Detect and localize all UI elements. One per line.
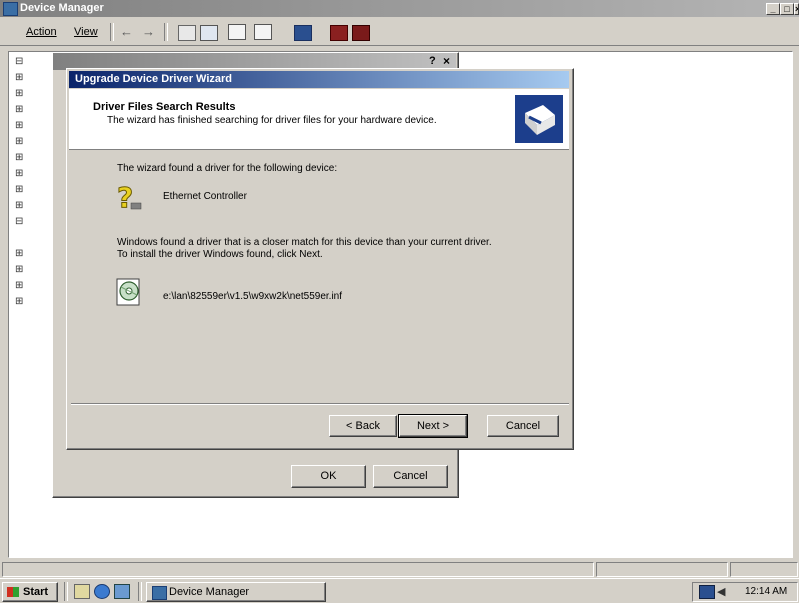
hardware-wizard-icon — [515, 95, 563, 143]
forward-arrow-icon[interactable]: → — [142, 24, 155, 39]
wizard-header-subtitle: The wizard has finished searching for dr… — [107, 115, 437, 126]
status-bar — [0, 560, 799, 578]
properties-help-button[interactable]: ? — [429, 55, 436, 67]
disable-device-icon[interactable] — [352, 25, 370, 41]
tree-node[interactable]: ⊞ — [15, 248, 23, 260]
list-view-icon[interactable] — [200, 25, 218, 41]
close-button[interactable]: × — [794, 3, 799, 15]
tree-node[interactable]: ⊞ — [15, 184, 23, 196]
toolbar-separator — [110, 23, 114, 41]
clock[interactable]: 12:14 AM — [745, 586, 787, 597]
properties-close-button[interactable]: × — [443, 54, 450, 68]
minimize-button[interactable]: _ — [766, 3, 780, 15]
windows-logo-icon — [7, 587, 19, 597]
driver-path: e:\lan\82559er\v1.5\w9xw2k\net559er.inf — [163, 291, 343, 302]
wizard-button-separator — [71, 403, 569, 405]
closer-match-line-1: Windows found a driver that is a closer … — [117, 237, 492, 248]
uninstall-icon[interactable] — [330, 25, 348, 41]
status-panel — [596, 562, 728, 577]
tree-node[interactable]: ⊞ — [15, 152, 23, 164]
taskbar-separator — [64, 582, 68, 601]
show-hide-tree-icon[interactable] — [178, 25, 196, 41]
device-manager-task-icon — [152, 586, 167, 600]
device-manager-app-icon — [3, 2, 18, 16]
properties-icon[interactable] — [228, 24, 246, 40]
volume-tray-icon[interactable]: ◀ — [717, 585, 725, 598]
properties-cancel-button[interactable]: Cancel — [373, 465, 448, 488]
wizard-header: Driver Files Search Results The wizard h… — [69, 89, 569, 150]
start-button[interactable]: Start — [2, 582, 58, 602]
tree-node[interactable]: ⊞ — [15, 200, 23, 212]
device-question-icon: ? — [113, 181, 145, 215]
tree-node[interactable]: ⊞ — [15, 104, 23, 116]
task-label: Device Manager — [169, 586, 250, 598]
tree-node[interactable]: ⊞ — [15, 136, 23, 148]
show-desktop-icon[interactable] — [74, 584, 90, 599]
internet-explorer-icon[interactable] — [94, 584, 110, 599]
driver-file-icon — [113, 275, 145, 307]
next-button[interactable]: Next > — [398, 414, 468, 438]
help-icon[interactable] — [254, 24, 272, 40]
wizard-header-title: Driver Files Search Results — [93, 101, 236, 113]
tree-node[interactable]: ⊞ — [15, 88, 23, 100]
network-tray-icon[interactable] — [699, 585, 715, 599]
tree-node[interactable]: ⊞ — [15, 280, 23, 292]
maximize-button[interactable]: □ — [780, 3, 794, 15]
status-panel — [2, 562, 594, 577]
tree-node[interactable]: ⊞ — [15, 168, 23, 180]
main-title-text: Device Manager — [20, 2, 104, 14]
menu-toolbar: Action View ← → — [0, 19, 799, 46]
wizard-titlebar[interactable]: Upgrade Device Driver Wizard — [69, 71, 569, 88]
outlook-express-icon[interactable] — [114, 584, 130, 599]
taskbar-task-device-manager[interactable]: Device Manager — [146, 582, 326, 602]
scan-hardware-icon[interactable] — [294, 25, 312, 41]
toolbar-separator — [164, 23, 168, 41]
tree-node[interactable]: ⊟ — [15, 216, 23, 228]
main-titlebar[interactable]: Device Manager — [0, 0, 799, 17]
back-button[interactable]: < Back — [329, 415, 397, 437]
start-label: Start — [23, 586, 49, 598]
tree-node[interactable]: ⊞ — [15, 72, 23, 84]
status-panel — [730, 562, 798, 577]
found-driver-text: The wizard found a driver for the follow… — [117, 163, 338, 174]
menu-view[interactable]: View — [74, 26, 98, 38]
system-tray: ◀ 12:14 AM — [692, 582, 798, 602]
back-arrow-icon[interactable]: ← — [120, 24, 133, 39]
tree-node[interactable]: ⊞ — [15, 120, 23, 132]
upgrade-driver-wizard: Upgrade Device Driver Wizard Driver File… — [66, 68, 574, 450]
closer-match-line-2: To install the driver Windows found, cli… — [117, 249, 323, 260]
tree-node[interactable]: ⊞ — [15, 264, 23, 276]
device-name: Ethernet Controller — [163, 191, 247, 202]
wizard-cancel-button[interactable]: Cancel — [487, 415, 559, 437]
taskbar-separator — [138, 582, 142, 601]
menu-action[interactable]: Action — [26, 26, 57, 38]
tree-root-node[interactable]: ⊟ — [15, 56, 23, 68]
properties-ok-button[interactable]: OK — [291, 465, 366, 488]
tree-node[interactable]: ⊞ — [15, 296, 23, 308]
taskbar: Start Device Manager ◀ 12:14 AM — [0, 578, 799, 603]
